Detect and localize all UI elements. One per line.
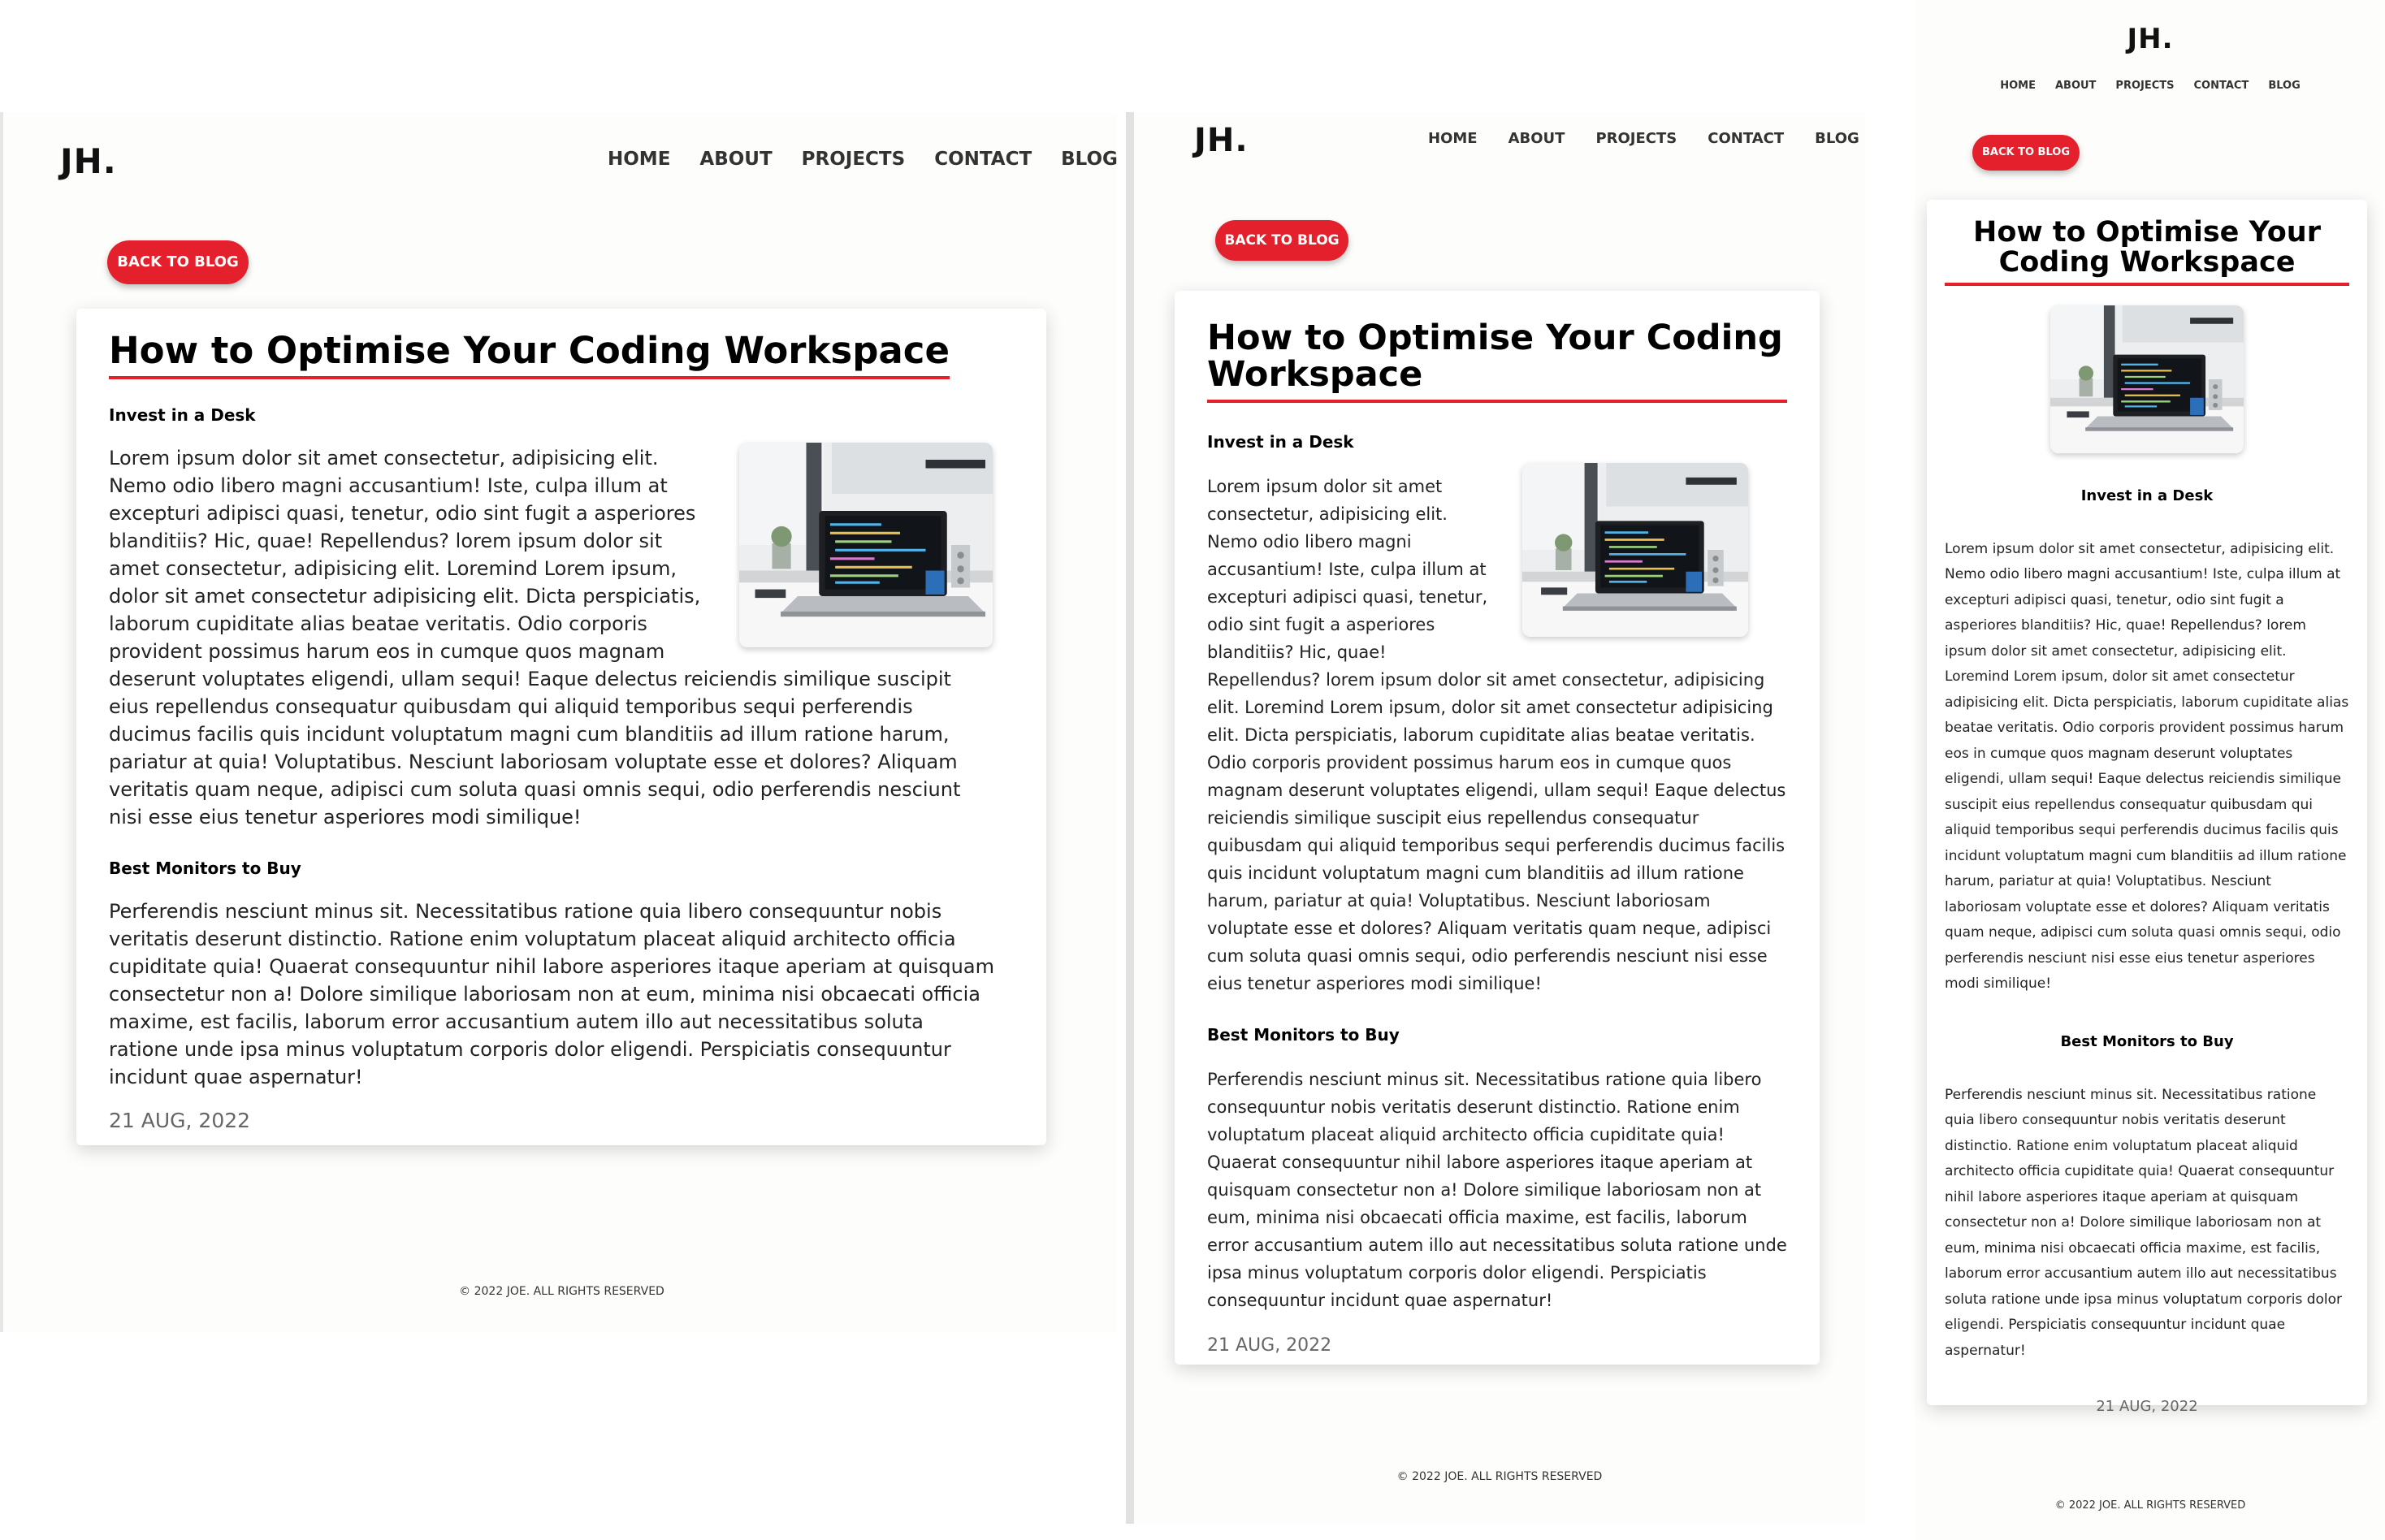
laptop-photo-icon xyxy=(2050,305,2244,453)
nav-about[interactable]: ABOUT xyxy=(1508,130,1565,147)
back-to-blog-button[interactable]: BACK TO BLOG xyxy=(1972,135,2080,171)
post-image xyxy=(1522,463,1748,638)
post-card: How to Optimise Your Coding Workspace In… xyxy=(1175,291,1820,1365)
section-text-monitors: Perferendis nesciunt minus sit. Necessit… xyxy=(109,900,994,1089)
section-text-desk: Lorem ipsum dolor sit amet consectetur, … xyxy=(1945,540,2349,993)
nav-blog[interactable]: BLOG xyxy=(1061,149,1118,170)
post-date: 21 AUG, 2022 xyxy=(2096,1398,2198,1415)
nav-blog[interactable]: BLOG xyxy=(1815,130,1859,147)
back-to-blog-button[interactable]: BACK TO BLOG xyxy=(107,240,249,284)
nav-projects[interactable]: PROJECTS xyxy=(1595,130,1677,147)
post-date: 21 AUG, 2022 xyxy=(1207,1335,1332,1356)
laptop-photo-icon xyxy=(739,443,993,648)
footer-copyright: © 2022 JOE. ALL RIGHTS RESERVED xyxy=(2054,1499,2246,1512)
mobile-view: JH. HOME ABOUT PROJECTS CONTACT BLOG BAC… xyxy=(1915,0,2385,1540)
nav-about[interactable]: ABOUT xyxy=(2055,80,2096,92)
footer-copyright: © 2022 JOE. ALL RIGHTS RESERVED xyxy=(1396,1470,1603,1483)
post-card: How to Optimise Your Coding Workspace In… xyxy=(1927,200,2367,1415)
post-title: How to Optimise Your Coding Workspace xyxy=(1945,218,2349,286)
section-heading-monitors: Best Monitors to Buy xyxy=(109,859,301,879)
post-image xyxy=(739,443,993,648)
nav-home[interactable]: HOME xyxy=(2000,80,2036,92)
nav-projects[interactable]: PROJECTS xyxy=(802,149,906,170)
section-heading-monitors: Best Monitors to Buy xyxy=(1207,1025,1400,1045)
section-heading-desk: Invest in a Desk xyxy=(1207,432,1354,452)
nav-blog[interactable]: BLOG xyxy=(2268,80,2300,92)
main-nav: HOME ABOUT PROJECTS CONTACT BLOG xyxy=(1428,130,1890,147)
post-card: How to Optimise Your Coding Workspace In… xyxy=(76,309,1046,1145)
post-date: 21 AUG, 2022 xyxy=(109,1109,251,1133)
nav-home[interactable]: HOME xyxy=(1428,130,1478,147)
nav-contact[interactable]: CONTACT xyxy=(2194,80,2249,92)
desktop-view: JH. HOME ABOUT PROJECTS CONTACT BLOG BAC… xyxy=(0,112,1118,1332)
nav-contact[interactable]: CONTACT xyxy=(1708,130,1784,147)
nav-about[interactable]: ABOUT xyxy=(699,149,772,170)
nav-projects[interactable]: PROJECTS xyxy=(2115,80,2174,92)
post-title: How to Optimise Your Coding Workspace xyxy=(109,331,950,380)
section-text-monitors: Perferendis nesciunt minus sit. Necessit… xyxy=(1945,1086,2343,1359)
footer-copyright: © 2022 JOE. ALL RIGHTS RESERVED xyxy=(459,1285,664,1298)
site-logo[interactable]: JH. xyxy=(1194,122,1249,159)
nav-contact[interactable]: CONTACT xyxy=(934,149,1032,170)
tablet-view: JH. HOME ABOUT PROJECTS CONTACT BLOG BAC… xyxy=(1126,112,1865,1524)
back-to-blog-button[interactable]: BACK TO BLOG xyxy=(1215,220,1348,261)
section-heading-desk: Invest in a Desk xyxy=(2080,487,2214,504)
nav-home[interactable]: HOME xyxy=(608,149,670,170)
section-heading-desk: Invest in a Desk xyxy=(109,405,256,426)
main-nav: HOME ABOUT PROJECTS CONTACT BLOG xyxy=(1915,80,2385,92)
laptop-photo-icon xyxy=(1522,463,1748,638)
main-nav: HOME ABOUT PROJECTS CONTACT BLOG xyxy=(608,149,1147,170)
post-title: How to Optimise Your Coding Workspace xyxy=(1207,319,1787,404)
site-logo[interactable]: JH. xyxy=(1915,23,2385,55)
post-image xyxy=(2050,305,2244,453)
section-heading-monitors: Best Monitors to Buy xyxy=(2060,1032,2234,1050)
site-logo[interactable]: JH. xyxy=(60,141,117,181)
section-text-monitors: Perferendis nesciunt minus sit. Necessit… xyxy=(1207,1070,1787,1311)
